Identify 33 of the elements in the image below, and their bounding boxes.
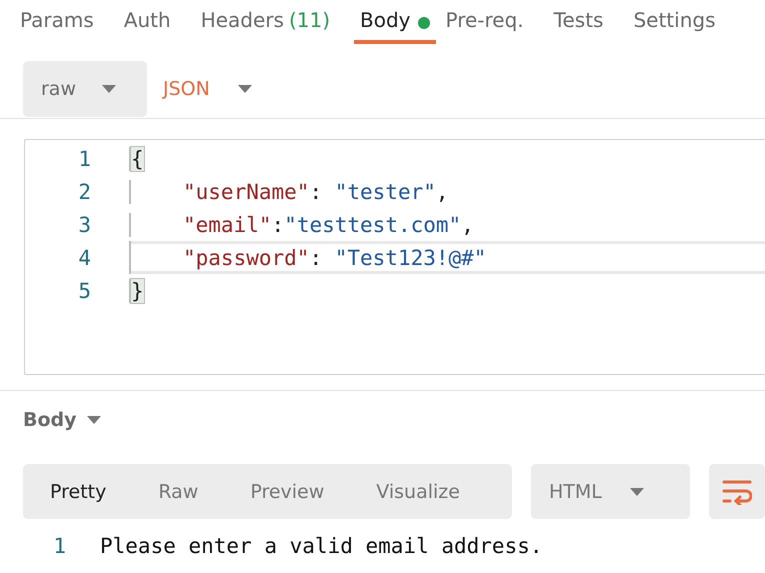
caret-icon bbox=[630, 488, 644, 496]
wrap-icon bbox=[722, 478, 752, 504]
format-dropdown[interactable]: HTML bbox=[531, 464, 690, 519]
wrap-lines-button[interactable] bbox=[709, 464, 765, 519]
code-line: "email":"testtest.com", bbox=[129, 212, 765, 236]
view-tab[interactable]: Preview bbox=[250, 480, 324, 502]
tab[interactable]: Settings bbox=[633, 6, 716, 44]
tab[interactable]: Body bbox=[354, 6, 436, 44]
view-tab[interactable]: Visualize bbox=[376, 480, 460, 502]
view-tab[interactable]: Pretty bbox=[50, 480, 106, 502]
response-text: Please enter a valid email address. bbox=[100, 534, 543, 558]
view-tab[interactable]: Raw bbox=[158, 480, 198, 502]
tab[interactable]: Auth bbox=[124, 6, 171, 44]
caret-icon bbox=[238, 85, 252, 93]
tab[interactable]: Pre-req. bbox=[446, 6, 524, 44]
line-number: 3 bbox=[77, 212, 92, 236]
response-body-dropdown[interactable]: Body bbox=[23, 409, 101, 431]
code-editor[interactable]: 1 { 2 "userName": "tester", 3 "email":"testtest.com", 4 "password": "Test123!@#" 5 } bbox=[24, 139, 765, 375]
line-number: 1 bbox=[77, 146, 92, 170]
tab[interactable]: Tests bbox=[554, 6, 604, 44]
language-dropdown[interactable]: JSON bbox=[163, 78, 252, 100]
line-number: 1 bbox=[52, 534, 67, 558]
line-number: 2 bbox=[77, 180, 92, 204]
code-line: "userName": "tester", bbox=[129, 180, 765, 204]
code-line: { bbox=[129, 146, 765, 170]
mode-dropdown[interactable]: raw bbox=[23, 61, 147, 117]
caret-icon bbox=[102, 85, 116, 93]
tab[interactable]: Headers (11) bbox=[200, 6, 330, 44]
line-number: 5 bbox=[77, 278, 92, 302]
code-line: } bbox=[129, 278, 765, 302]
tab[interactable]: Params bbox=[20, 6, 94, 44]
caret-icon bbox=[86, 416, 101, 424]
line-number: 4 bbox=[77, 246, 92, 270]
